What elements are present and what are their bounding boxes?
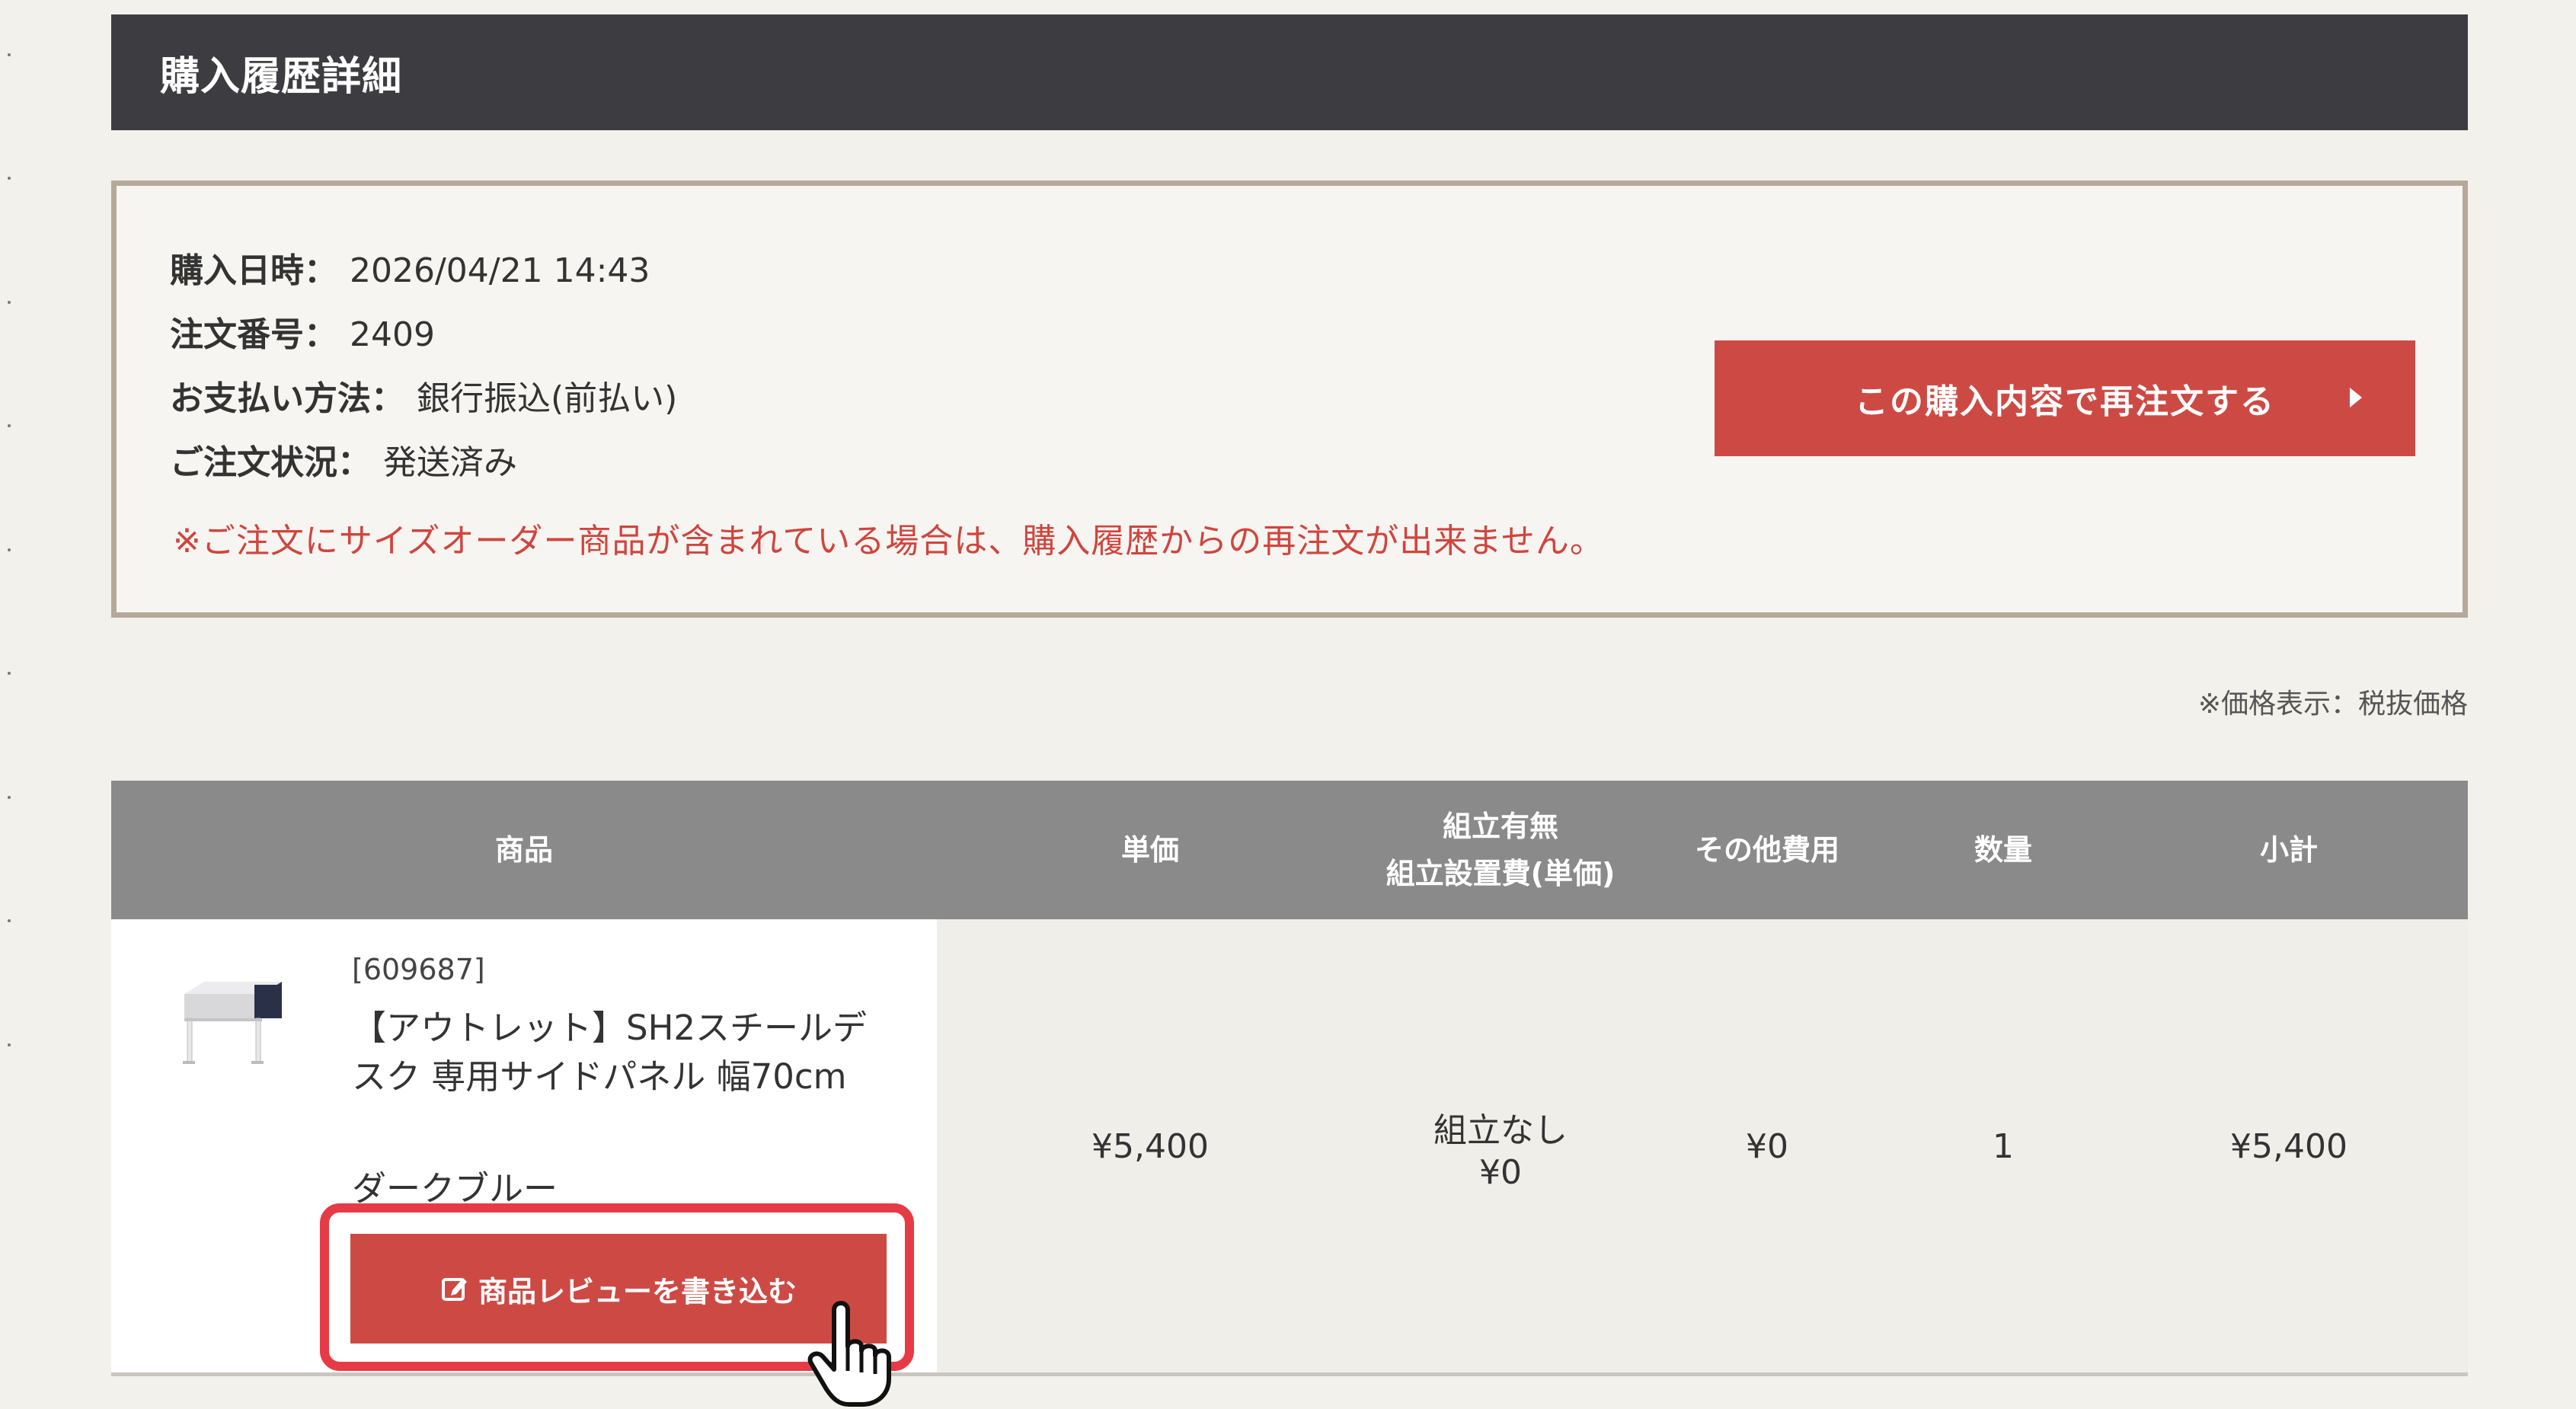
order-date-label: 購入日時： (170, 251, 337, 290)
order-status-value: 発送済み (383, 443, 517, 482)
quantity-value: 1 (1993, 1127, 2014, 1166)
order-info-list: 購入日時： 2026/04/21 14:43 注文番号： 2409 お支払い方法： 銀… (170, 239, 677, 495)
unit-price-value: ¥5,400 (1091, 1127, 1209, 1166)
edge-dot (8, 919, 11, 922)
hand-cursor-icon (807, 1301, 891, 1407)
table-header: 商品 単価 組立有無 組立設置費(単価) その他費用 数量 小計 (111, 781, 2468, 919)
edge-dot (8, 1043, 11, 1046)
edge-dot (8, 53, 11, 56)
column-header-assembly-line1: 組立有無 (1442, 810, 1558, 843)
column-header-subtotal-label: 小計 (2259, 833, 2318, 867)
order-number-value: 2409 (350, 315, 435, 354)
edge-dot (8, 424, 11, 427)
arrow-right-icon (2350, 388, 2362, 407)
column-header-assembly: 組立有無 組立設置費(単価) (1363, 781, 1638, 919)
price-display-note: ※価格表示：税抜価格 (2197, 689, 2468, 720)
edge-dot (8, 177, 11, 180)
column-header-assembly-line2: 組立設置費(単価) (1385, 857, 1616, 890)
payment-method-row: お支払い方法： 銀行振込(前払い) (170, 367, 677, 431)
page-header: 購入履歴詳細 (111, 14, 2468, 130)
assembly-fee: ¥0 (1479, 1153, 1522, 1192)
payment-method-value: 銀行振込(前払い) (417, 379, 678, 418)
reorder-button[interactable]: この購入内容で再注文する (1715, 340, 2415, 456)
order-status-row: ご注文状況： 発送済み (170, 431, 677, 495)
order-info-box: 購入日時： 2026/04/21 14:43 注文番号： 2409 お支払い方法： 銀… (111, 181, 2468, 618)
column-header-other-fees: その他費用 (1638, 781, 1897, 919)
write-review-button-label: 商品レビューを書き込む (478, 1274, 797, 1308)
row-divider (111, 1372, 2468, 1376)
order-date-value: 2026/04/21 14:43 (350, 251, 650, 290)
column-header-quantity-label: 数量 (1974, 833, 2032, 867)
order-number-row: 注文番号： 2409 (170, 303, 677, 367)
other-fees-value: ¥0 (1746, 1127, 1788, 1166)
edge-dot (8, 301, 11, 304)
page-title: 購入履歴詳細 (160, 53, 403, 100)
payment-method-label: お支払い方法： (170, 379, 404, 418)
column-header-quantity: 数量 (1897, 781, 2110, 919)
product-sku: [609687] (352, 953, 485, 986)
edge-dot (8, 796, 11, 799)
column-header-subtotal: 小計 (2110, 781, 2468, 919)
column-header-product: 商品 (111, 781, 937, 919)
column-header-unit-price: 単価 (937, 781, 1363, 919)
product-thumbnail[interactable] (177, 971, 291, 1070)
product-name-link[interactable]: 【アウトレット】SH2スチールデスク 専用サイドパネル 幅70cm (352, 1004, 885, 1101)
assembly-option: 組立なし (1433, 1111, 1568, 1150)
edge-dot (8, 548, 11, 551)
subtotal-value: ¥5,400 (2230, 1127, 2347, 1166)
edge-dot (8, 672, 11, 675)
order-status-label: ご注文状況： (170, 443, 371, 482)
order-number-label: 注文番号： (170, 315, 337, 354)
reorder-button-label: この購入内容で再注文する (1855, 382, 2275, 421)
reorder-notice: ※ご注文にサイズオーダー商品が含まれている場合は、購入履歴からの再注文が出来ませ… (173, 522, 1604, 561)
column-header-other-fees-label: その他費用 (1694, 833, 1839, 867)
column-header-product-label: 商品 (494, 833, 553, 867)
column-header-unit-price-label: 単価 (1120, 833, 1179, 867)
order-date-row: 購入日時： 2026/04/21 14:43 (170, 239, 677, 303)
edit-icon (441, 1278, 467, 1301)
